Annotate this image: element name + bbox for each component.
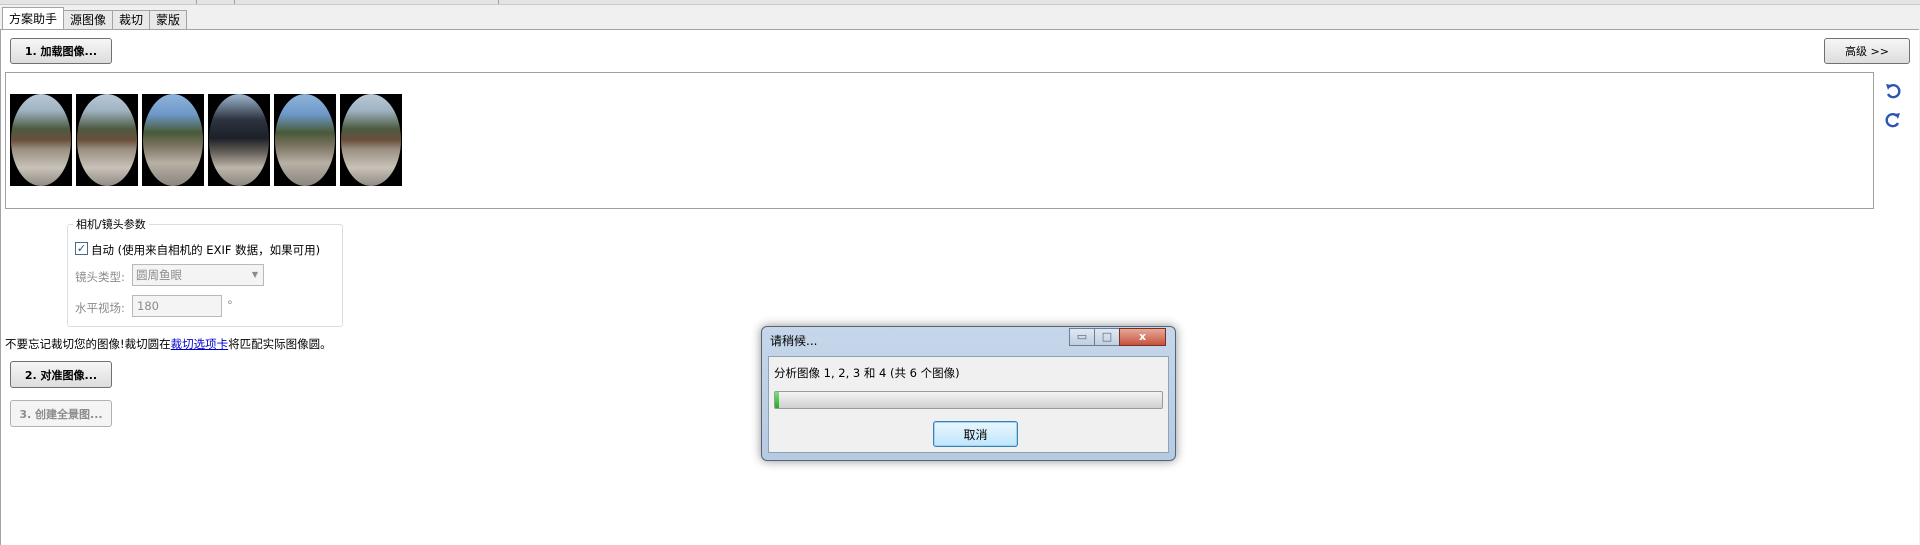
window-top-strip (0, 0, 1920, 5)
fisheye-image-icon[interactable] (274, 94, 336, 186)
lens-type-value: 圆周鱼眼 (136, 268, 182, 282)
top-strip-separator (196, 0, 197, 4)
auto-exif-checkbox[interactable]: ✓ (75, 242, 88, 255)
tab-crop[interactable]: 裁切 (112, 10, 151, 29)
cancel-button[interactable]: 取消 (933, 421, 1018, 447)
create-panorama-button: 3. 创建全景图... (10, 400, 112, 427)
crop-tab-link[interactable]: 裁切选项卡 (171, 337, 229, 351)
tab-source-images[interactable]: 源图像 (63, 10, 114, 29)
align-images-button[interactable]: 2. 对准图像... (10, 361, 112, 388)
progress-bar-fill (775, 392, 779, 408)
auto-exif-label: 自动 (使用来自相机的 EXIF 数据，如果可用) (91, 243, 321, 257)
crop-reminder-text-end: 将匹配实际图像圆。 (228, 337, 332, 351)
chevron-down-icon: ▼ (251, 270, 258, 279)
advanced-button[interactable]: 高级 >> (1824, 38, 1910, 64)
progress-message: 分析图像 1, 2, 3 和 4 (共 6 个图像) (774, 366, 960, 380)
close-icon[interactable]: x (1119, 328, 1166, 346)
fisheye-image-icon[interactable] (10, 94, 72, 186)
rotate-cw-icon[interactable] (1884, 111, 1902, 129)
camera-lens-group-title: 相机/镜头参数 (76, 218, 146, 231)
maximize-icon: □ (1094, 328, 1120, 346)
hfov-label: 水平视场: (75, 301, 125, 315)
crop-reminder-text: 不要忘记裁切您的图像!裁切圆在 (5, 337, 171, 351)
fisheye-image-icon[interactable] (208, 94, 270, 186)
fisheye-image-icon[interactable] (340, 94, 402, 186)
crop-reminder: 不要忘记裁切您的图像!裁切圆在裁切选项卡将匹配实际图像圆。 (5, 336, 332, 352)
tab-bar: 方案助手 源图像 裁切 蒙版 (2, 7, 188, 29)
tab-assistant[interactable]: 方案助手 (2, 7, 65, 29)
hfov-input[interactable]: 180 (132, 295, 222, 317)
rotate-ccw-icon[interactable] (1884, 82, 1902, 100)
progress-dialog: 请稍候... ▭ □ x 分析图像 1, 2, 3 和 4 (共 6 个图像) … (761, 326, 1176, 461)
lens-type-label: 镜头类型: (75, 270, 125, 284)
progress-bar (774, 391, 1163, 409)
top-strip-separator (234, 0, 235, 4)
lens-type-select[interactable]: 圆周鱼眼 ▼ (132, 264, 264, 286)
top-strip-separator (498, 0, 499, 4)
load-images-button[interactable]: 1. 加载图像... (10, 38, 112, 64)
fisheye-image-icon[interactable] (142, 94, 204, 186)
fisheye-image-icon[interactable] (76, 94, 138, 186)
tab-mask[interactable]: 蒙版 (149, 10, 188, 29)
hfov-unit: ° (227, 298, 233, 312)
dialog-client-area: 分析图像 1, 2, 3 和 4 (共 6 个图像) 取消 (768, 356, 1169, 453)
image-thumbnail-strip[interactable] (5, 72, 1874, 209)
minimize-icon: ▭ (1069, 328, 1095, 346)
dialog-title: 请稍候... (770, 334, 818, 348)
